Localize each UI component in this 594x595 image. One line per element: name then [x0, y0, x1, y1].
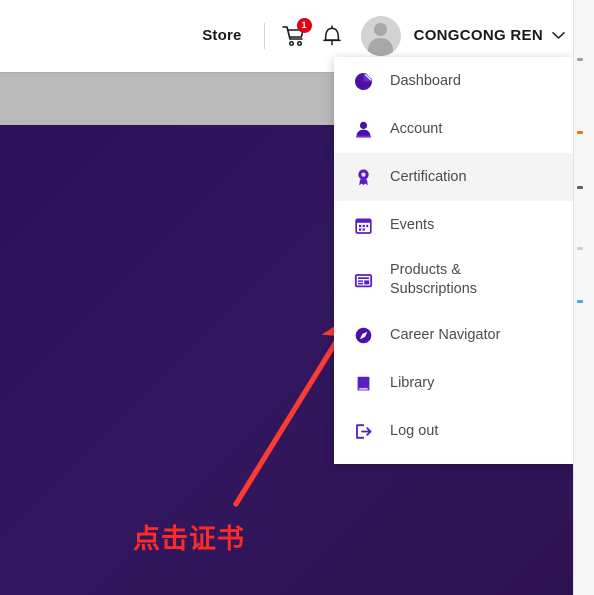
menu-item-label: Career Navigator	[390, 326, 501, 343]
menu-item-products-subscriptions[interactable]: Products & Subscriptions	[334, 249, 573, 311]
logout-icon	[352, 420, 374, 442]
calendar-icon	[352, 214, 374, 236]
page-root: Store 1 CONGCONG REN 点击证书 Dashboard Acco…	[0, 0, 594, 595]
scrollbar-mark	[577, 247, 583, 250]
avatar-head	[374, 22, 388, 36]
pie-chart-icon	[352, 70, 374, 92]
menu-item-log-out[interactable]: Log out	[334, 407, 573, 455]
menu-item-label: Dashboard	[390, 72, 461, 89]
menu-item-label: Library	[390, 374, 435, 391]
menu-item-library[interactable]: Library	[334, 359, 573, 407]
avatar-body	[368, 37, 394, 56]
menu-item-dashboard[interactable]: Dashboard	[334, 57, 573, 105]
shopping-cart-icon[interactable]: 1	[281, 17, 312, 49]
chevron-glyph	[552, 31, 565, 39]
award-ribbon-icon	[352, 166, 374, 188]
user-dropdown-menu[interactable]: Dashboard Account Certification Events P…	[334, 57, 573, 464]
notification-bell-icon[interactable]	[321, 24, 343, 48]
list-document-icon	[352, 269, 374, 291]
browser-scrollbar-strip[interactable]	[573, 0, 594, 595]
store-link[interactable]: Store	[202, 27, 257, 44]
compass-arrow-icon	[352, 324, 374, 346]
cart-badge-count: 1	[296, 17, 312, 33]
scrollbar-mark	[577, 300, 583, 303]
scrollbar-mark	[577, 58, 583, 61]
chevron-down-icon[interactable]	[552, 27, 565, 45]
menu-item-certification[interactable]: Certification	[334, 153, 573, 201]
menu-item-label: Account	[390, 120, 443, 137]
header-divider	[263, 22, 265, 49]
book-icon	[352, 372, 374, 394]
menu-item-account[interactable]: Account	[334, 105, 573, 153]
menu-item-career-navigator[interactable]: Career Navigator	[334, 311, 573, 359]
page-content: Store 1 CONGCONG REN 点击证书 Dashboard Acco…	[0, 0, 573, 595]
annotation-label: 点击证书	[133, 524, 245, 555]
scrollbar-mark	[577, 131, 583, 134]
scrollbar-mark	[577, 186, 583, 189]
bell-glyph	[322, 24, 341, 45]
menu-item-label: Log out	[390, 422, 439, 439]
person-icon	[352, 118, 374, 140]
menu-item-label: Events	[390, 216, 435, 233]
menu-item-label: Certification	[390, 168, 467, 185]
user-avatar[interactable]	[360, 15, 401, 56]
menu-item-label: Products & Subscriptions	[390, 262, 478, 297]
menu-item-events[interactable]: Events	[334, 201, 573, 249]
username-label[interactable]: CONGCONG REN	[414, 27, 543, 44]
